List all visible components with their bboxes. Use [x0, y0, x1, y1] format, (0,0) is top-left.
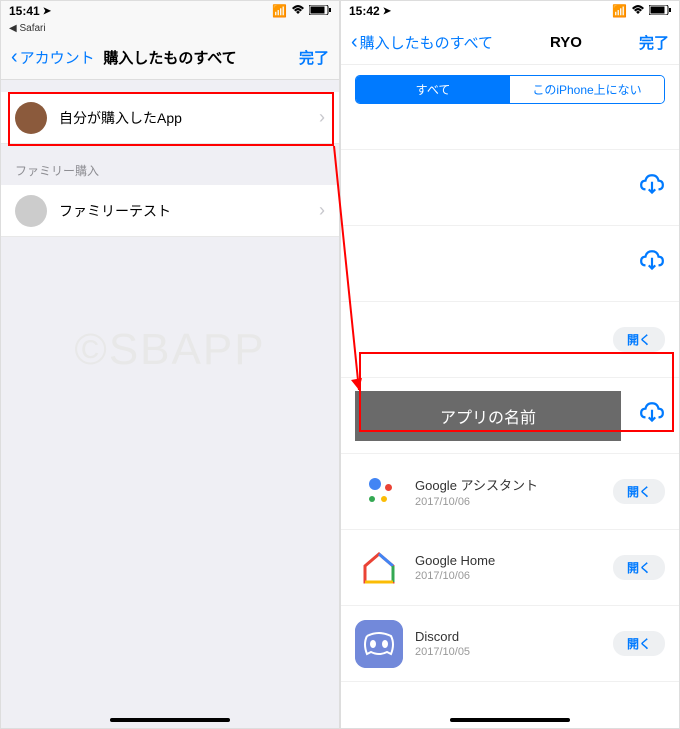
screen-left: 15:41 ➤ 📶 ◀ Safari ‹ アカウント 購入したものすべて 完了 …	[0, 0, 340, 729]
app-icon	[355, 468, 403, 516]
avatar	[15, 195, 47, 227]
screen-right: 15:42 ➤ 📶 ‹ 購入したものすべて RYO 完了 すべて このiPhon…	[340, 0, 680, 729]
app-row[interactable]: Discord 2017/10/05 開く	[341, 606, 679, 682]
app-date: 2017/10/05	[415, 646, 605, 658]
app-icon	[355, 620, 403, 668]
open-button[interactable]: 開く	[613, 327, 665, 352]
nav-back-label: アカウント	[20, 47, 95, 68]
app-row[interactable]	[341, 226, 679, 302]
my-purchases-row[interactable]: 自分が購入したApp ›	[1, 92, 339, 144]
masked-app-label: アプリの名前	[355, 391, 621, 441]
app-name: Google アシスタント	[415, 475, 605, 494]
safari-back-link[interactable]: ◀ Safari	[1, 21, 339, 36]
home-indicator[interactable]	[450, 718, 570, 722]
wifi-icon	[291, 4, 305, 18]
app-row[interactable]: 開く	[341, 302, 679, 378]
app-row[interactable]	[341, 150, 679, 226]
nav-back-button[interactable]: ‹ アカウント	[11, 46, 95, 69]
download-button[interactable]	[639, 172, 665, 203]
signal-icon: 📶	[272, 4, 287, 18]
nav-done-button[interactable]: 完了	[299, 47, 329, 68]
location-icon: ➤	[43, 6, 51, 17]
segmented-control: すべて このiPhone上にない	[355, 75, 665, 104]
open-button[interactable]: 開く	[613, 555, 665, 580]
nav-done-button[interactable]: 完了	[639, 32, 669, 53]
row-label: ファミリーテスト	[59, 201, 319, 221]
row-label: 自分が購入したApp	[59, 108, 319, 128]
download-button[interactable]	[639, 400, 665, 431]
app-name: Discord	[415, 629, 605, 644]
app-icon	[355, 544, 403, 592]
battery-icon	[309, 4, 331, 18]
chevron-left-icon: ‹	[11, 46, 18, 69]
download-button[interactable]	[639, 248, 665, 279]
app-row[interactable]: Google アシスタント 2017/10/06 開く	[341, 454, 679, 530]
watermark: ©SBAPP	[74, 325, 265, 375]
status-indicators: 📶	[272, 4, 331, 18]
app-date: 2017/10/06	[415, 570, 605, 582]
nav-back-button[interactable]: ‹ 購入したものすべて	[351, 31, 493, 54]
status-bar: 15:41 ➤ 📶	[1, 1, 339, 21]
segment-not-on-device[interactable]: このiPhone上にない	[510, 76, 664, 103]
chevron-right-icon: ›	[319, 200, 325, 221]
avatar	[15, 102, 47, 134]
app-name: Google Home	[415, 553, 605, 568]
family-member-row[interactable]: ファミリーテスト ›	[1, 185, 339, 237]
nav-bar: ‹ アカウント 購入したものすべて 完了	[1, 36, 339, 80]
nav-back-label: 購入したものすべて	[360, 32, 493, 53]
app-row[interactable]	[341, 114, 679, 150]
open-button[interactable]: 開く	[613, 631, 665, 656]
app-row-masked[interactable]: アプリの名前	[341, 378, 679, 454]
chevron-left-icon: ‹	[351, 31, 358, 54]
status-indicators: 📶	[612, 4, 671, 18]
app-list: Google アシスタント 2017/10/06 開く Google Home …	[341, 454, 679, 682]
app-row[interactable]: Google Home 2017/10/06 開く	[341, 530, 679, 606]
open-button[interactable]: 開く	[613, 479, 665, 504]
nav-title: 購入したものすべて	[103, 47, 236, 68]
battery-icon	[649, 4, 671, 18]
nav-title: RYO	[550, 34, 582, 51]
signal-icon: 📶	[612, 4, 627, 18]
wifi-icon	[631, 4, 645, 18]
family-section-header: ファミリー購入	[1, 144, 339, 185]
status-time: 15:42	[349, 4, 380, 18]
app-date: 2017/10/06	[415, 496, 605, 508]
status-time: 15:41	[9, 4, 40, 18]
nav-bar: ‹ 購入したものすべて RYO 完了	[341, 21, 679, 65]
segment-all[interactable]: すべて	[356, 76, 510, 103]
chevron-right-icon: ›	[319, 107, 325, 128]
location-icon: ➤	[383, 6, 391, 17]
status-bar: 15:42 ➤ 📶	[341, 1, 679, 21]
home-indicator[interactable]	[110, 718, 230, 722]
